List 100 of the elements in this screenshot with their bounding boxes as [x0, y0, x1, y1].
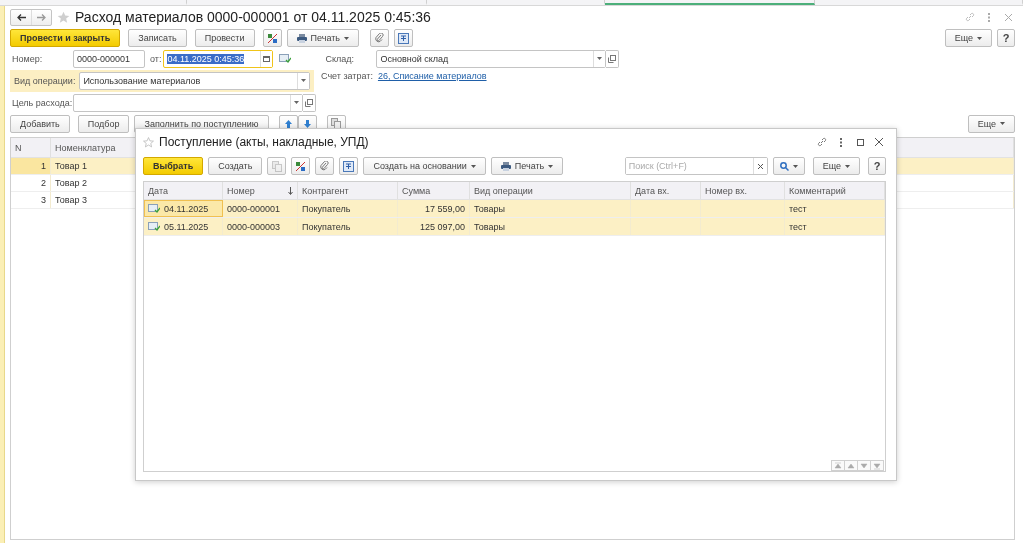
field-label: Счет затрат:	[321, 71, 373, 81]
column-header[interactable]: Комментарий	[785, 182, 885, 199]
dropdown-button[interactable]	[593, 50, 606, 67]
close-icon	[1004, 13, 1012, 21]
structure-button[interactable]	[339, 157, 359, 175]
help-button[interactable]: ?	[868, 157, 886, 175]
paperclip-icon	[320, 161, 330, 171]
star-icon	[57, 10, 70, 24]
column-header[interactable]: N	[11, 138, 51, 157]
search-icon	[779, 161, 789, 171]
caret-icon	[548, 164, 554, 168]
link-button[interactable]	[963, 10, 977, 24]
sort-arrow-icon	[288, 186, 293, 195]
calendar-button[interactable]	[260, 50, 273, 67]
search-field[interactable]: Поиск (Ctrl+F)	[624, 157, 768, 175]
printer-icon	[500, 161, 511, 171]
warehouse-field[interactable]: Основной склад	[376, 49, 607, 68]
create-button[interactable]: Создать	[208, 157, 263, 175]
table-cell: 1	[11, 158, 51, 174]
table-cell: 05.11.2025	[144, 218, 223, 235]
arrow-down-icon	[303, 119, 311, 128]
posted-document-icon	[279, 54, 292, 63]
caret-icon	[470, 164, 476, 168]
number-field[interactable]: 0000-000001	[73, 49, 145, 68]
window-tab[interactable]	[605, 0, 815, 5]
table-cell: Товары	[470, 200, 631, 217]
link-icon	[817, 137, 827, 147]
open-button[interactable]	[606, 49, 620, 68]
caret-icon	[1000, 122, 1005, 125]
table-cell: Товары	[470, 218, 631, 235]
structure-button[interactable]	[394, 29, 413, 47]
print-button[interactable]: Печать	[490, 157, 564, 175]
attach-button[interactable]	[370, 29, 389, 47]
column-header[interactable]: Вид операции	[470, 182, 631, 199]
create-based-on-button[interactable]: Создать на основании	[363, 157, 486, 175]
dropdown-button[interactable]	[290, 94, 302, 111]
purpose-field[interactable]	[73, 93, 303, 112]
help-button[interactable]: ?	[997, 29, 1015, 47]
arrow-right-icon	[37, 13, 46, 21]
dt-kt-button[interactable]	[262, 29, 282, 47]
calendar-icon	[263, 55, 271, 62]
arrow-left-icon	[16, 13, 26, 21]
add-button[interactable]: Добавить	[10, 114, 70, 133]
table-cell: 3	[11, 192, 51, 208]
printer-icon	[296, 33, 307, 43]
table-cell: 2	[11, 175, 51, 191]
dropdown-button[interactable]	[297, 72, 309, 89]
post-and-close-button[interactable]: Провести и закрыть	[10, 29, 121, 47]
scroll-button[interactable]	[870, 460, 884, 471]
caret-icon	[792, 164, 798, 168]
operation-field[interactable]: Использование материалов	[79, 71, 310, 90]
post-button[interactable]: Провести	[194, 29, 255, 47]
table-row[interactable]: 05.11.2025 0000-000003 Покупатель 125 097,00 Товары тест	[144, 218, 885, 236]
attach-button[interactable]	[315, 157, 335, 175]
table-cell: 04.11.2025	[144, 200, 223, 217]
dialog-title: Поступление (акты, накладные, УПД)	[159, 135, 369, 149]
more-button[interactable]: Еще	[812, 157, 860, 175]
column-header[interactable]: Дата вх.	[631, 182, 701, 199]
clear-icon	[757, 163, 763, 169]
open-button[interactable]	[303, 93, 316, 112]
window-title: Расход материалов 0000-000001 от 04.11.2025 0:45:36	[75, 9, 431, 25]
scroll-arrow-icon	[834, 461, 842, 470]
caret-icon	[845, 164, 850, 168]
link-icon	[965, 12, 975, 22]
column-header[interactable]: Сумма	[398, 182, 470, 199]
select-button[interactable]: Выбрать	[143, 157, 204, 175]
column-header[interactable]: Дата	[144, 182, 223, 199]
field-label: Склад:	[325, 53, 355, 64]
table-cell: 125 097,00	[398, 218, 470, 235]
table-cell: Покупатель	[298, 218, 398, 235]
print-button[interactable]: Печать	[286, 29, 359, 47]
dt-kt-button[interactable]	[291, 157, 311, 175]
structure-icon	[343, 160, 355, 172]
link-button[interactable]	[815, 135, 829, 149]
column-header[interactable]: Контрагент	[298, 182, 398, 199]
table-cell: 17 559,00	[398, 200, 470, 217]
pick-button[interactable]: Подбор	[77, 114, 130, 133]
table-cell: тест	[785, 200, 885, 217]
dt-kt-icon	[266, 32, 278, 44]
search-button[interactable]	[772, 157, 805, 175]
posted-document-icon	[148, 222, 160, 231]
scroll-arrow-icon	[873, 461, 881, 470]
dropdown-arrow-icon	[597, 57, 603, 60]
structure-icon	[398, 32, 409, 44]
dt-kt-icon	[295, 160, 307, 172]
column-header[interactable]: Номер	[223, 182, 298, 199]
save-button[interactable]: Записать	[128, 29, 187, 47]
table-row[interactable]: 04.11.2025 0000-000001 Покупатель 17 559,00 Товары тест	[144, 200, 885, 218]
dropdown-arrow-icon	[294, 101, 299, 104]
field-label: от:	[150, 53, 162, 64]
arrow-up-icon	[284, 119, 292, 128]
copy-icon	[271, 160, 282, 172]
date-field[interactable]: 04.11.2025 0:45:36	[163, 49, 274, 68]
close-icon	[875, 138, 883, 146]
close-button[interactable]	[872, 135, 886, 149]
cost-account-link[interactable]: 26, Списание материалов	[377, 71, 487, 81]
table-cell: 0000-000001	[223, 200, 298, 217]
more-button[interactable]: Еще	[967, 114, 1015, 133]
more-button[interactable]: Еще	[944, 29, 992, 47]
column-header[interactable]: Номер вх.	[701, 182, 785, 199]
